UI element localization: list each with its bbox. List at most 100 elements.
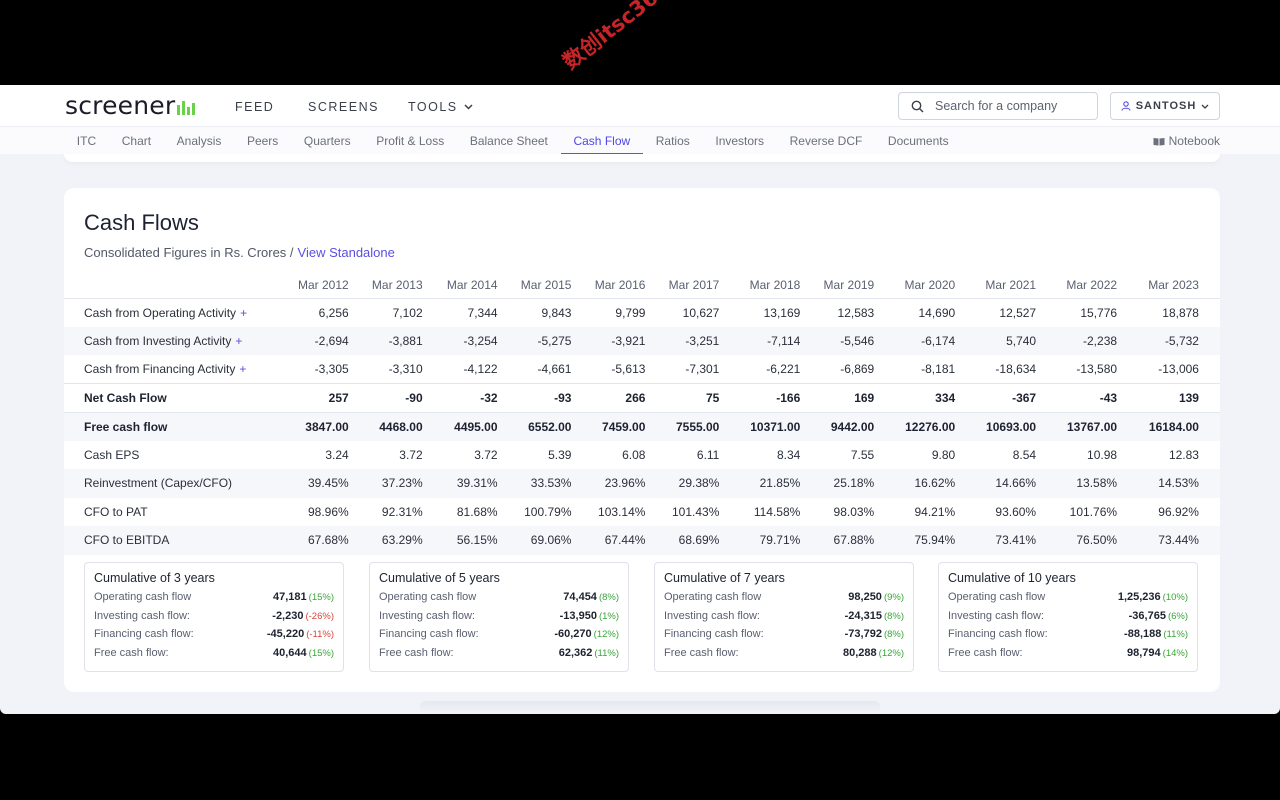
expand-plus-icon[interactable]: + — [235, 334, 242, 348]
table-cell: 73.44% — [1117, 526, 1199, 555]
nav-screens[interactable]: SCREENS — [308, 100, 379, 114]
table-cell: -367 — [955, 383, 1037, 413]
tab-chart[interactable]: Chart — [109, 127, 164, 155]
expand-plus-icon[interactable]: + — [239, 362, 246, 376]
view-standalone-link[interactable]: View Standalone — [298, 245, 395, 260]
tab-profit-loss[interactable]: Profit & Loss — [363, 127, 457, 155]
row-label: Cash from Investing Activity + — [64, 326, 275, 355]
table-cell: -13,006 — [1117, 355, 1199, 384]
header-label-cell — [64, 272, 275, 298]
cumulative-value-group: 98,250 (9%) — [848, 591, 904, 603]
cumulative-value-group: -88,188 (11%) — [1124, 628, 1188, 640]
table-cell: 9,799 — [615, 305, 646, 320]
cumulative-value-group: 62,362 (11%) — [559, 647, 619, 659]
tab-investors[interactable]: Investors — [703, 127, 777, 155]
table-row[interactable]: Cash from Investing Activity + -2,694 -3,88… — [64, 326, 1220, 355]
cumulative-value-group: -60,270 (12%) — [554, 628, 619, 640]
table-row: CFO to EBITDA 67.68% 63.29% 56.15% 69.06% 67.… — [64, 526, 1220, 555]
tab-ratios[interactable]: Ratios — [643, 127, 703, 155]
table-cell: 9.80 — [931, 447, 956, 462]
tab-analysis[interactable]: Analysis — [164, 127, 234, 155]
table-cell: 25.18% — [800, 469, 875, 498]
cumulative-growth: (11%) — [594, 647, 619, 659]
search-icon — [911, 100, 924, 112]
cumulative-title: Cumulative of 7 years — [664, 571, 785, 585]
header-padding-cell — [1199, 272, 1220, 298]
table-cell: 15,776 — [1080, 305, 1118, 320]
cumulative-growth: (-26%) — [305, 610, 334, 622]
table-cell: 6552.00 — [497, 412, 572, 441]
table-cell: 5.39 — [548, 447, 572, 462]
table-row[interactable]: Cash from Operating Activity +6,256 7,102 7… — [64, 298, 1220, 327]
table-cell: -5,275 — [497, 326, 572, 355]
cumulative-value-group: -73,792 (8%) — [845, 628, 904, 640]
row-label: CFO to PAT — [64, 498, 275, 527]
cumulative-value: -36,765 — [1128, 609, 1166, 622]
table-cell: 23.96% — [571, 469, 646, 498]
table-cell: 14.53% — [1117, 469, 1199, 498]
chevron-down-icon — [464, 104, 473, 110]
cumulative-row: Operating cash flow 47,181 (15%) — [94, 588, 334, 607]
table-cell: 114.58% — [753, 504, 801, 519]
row-label-text: CFO to PAT — [84, 504, 148, 519]
nav-tools[interactable]: TOOLS — [408, 100, 473, 114]
cumulative-value-group: -45,220 (-11%) — [267, 628, 334, 640]
table-cell: 67.68% — [274, 526, 349, 555]
row-padding-cell — [1199, 298, 1220, 327]
table-cell: 3.24 — [325, 447, 349, 462]
nav-feed[interactable]: FEED — [235, 100, 274, 114]
screener-logo[interactable]: screener — [65, 93, 196, 118]
cumulative-row: Financing cash flow: -45,220 (-11%) — [94, 625, 334, 644]
row-label-text: Net Cash Flow — [84, 390, 167, 405]
tab-documents[interactable]: Documents — [875, 127, 961, 155]
tab-cash-flow[interactable]: Cash Flow — [560, 127, 644, 155]
cumulative-5-years: Cumulative of 5 years Operating cash flow… — [369, 562, 629, 672]
table-cell: 67.88% — [800, 526, 875, 555]
table-cell: 4468.00 — [348, 412, 423, 441]
cumulative-label: Free cash flow: — [379, 646, 454, 659]
cumulative-row: Investing cash flow: -24,315 (8%) — [664, 607, 904, 626]
search-input[interactable]: Search for a company — [898, 92, 1098, 120]
year-header: Mar 2015 — [520, 277, 572, 292]
tab-balance-sheet[interactable]: Balance Sheet — [457, 127, 561, 155]
table-cell: 73.41% — [955, 526, 1037, 555]
subnav-tabs: ITC Chart Analysis Peers Quarters Profit… — [64, 127, 961, 155]
table-cell: -6,174 — [874, 326, 956, 355]
section-subtitle: Consolidated Figures in Rs. Crores / Vie… — [84, 245, 395, 260]
previous-section-card — [64, 154, 1220, 162]
tab-itc[interactable]: ITC — [64, 127, 109, 155]
tab-peers[interactable]: Peers — [234, 127, 291, 155]
table-cell: -3,310 — [348, 355, 423, 384]
table-cell: -5,613 — [571, 355, 646, 384]
table-cell: -32 — [422, 383, 498, 413]
cumulative-growth: (15%) — [308, 647, 334, 659]
cumulative-title: Cumulative of 3 years — [94, 571, 215, 585]
tab-reverse-dcf[interactable]: Reverse DCF — [777, 127, 875, 155]
notebook-link[interactable]: Notebook — [1153, 127, 1220, 155]
table-header-row: Mar 2012 Mar 2013 Mar 2014 Mar 2015 Mar 2016… — [64, 272, 1220, 298]
row-label-text: Cash EPS — [84, 447, 140, 462]
nav-tools-label: TOOLS — [408, 100, 458, 114]
year-header: Mar 2021 — [985, 277, 1037, 292]
chevron-down-icon — [1201, 104, 1209, 109]
expand-plus-icon[interactable]: + — [240, 306, 247, 320]
table-cell: 10.98 — [1087, 447, 1118, 462]
user-menu-button[interactable]: SANTOSH — [1110, 92, 1220, 120]
row-label: Net Cash Flow — [64, 383, 275, 413]
table-cell: 12.83 — [1168, 447, 1199, 462]
table-cell: -3,251 — [645, 326, 720, 355]
table-row[interactable]: Cash from Financing Activity + -3,305 -3,31… — [64, 355, 1220, 384]
table-row: Cash EPS 3.24 3.72 3.72 5.39 6.08 6.11 8.34 7.55… — [64, 441, 1220, 470]
table-cell: 9442.00 — [800, 412, 875, 441]
table-cell: -93 — [497, 383, 572, 413]
cumulative-row: Free cash flow: 98,794 (14%) — [948, 644, 1188, 663]
cumulative-growth: (10%) — [1162, 592, 1188, 604]
tab-quarters[interactable]: Quarters — [291, 127, 363, 155]
table-row: Reinvestment (Capex/CFO) 39.45% 37.23% 39.3… — [64, 469, 1220, 498]
table-cell: 257 — [274, 383, 349, 413]
table-cell: 75.94% — [874, 526, 956, 555]
year-header: Mar 2022 — [1066, 277, 1118, 292]
cumulative-value: 62,362 — [558, 646, 593, 659]
table-cell: 3847.00 — [274, 412, 349, 441]
cumulative-value-group: 74,454 (8%) — [563, 591, 619, 603]
